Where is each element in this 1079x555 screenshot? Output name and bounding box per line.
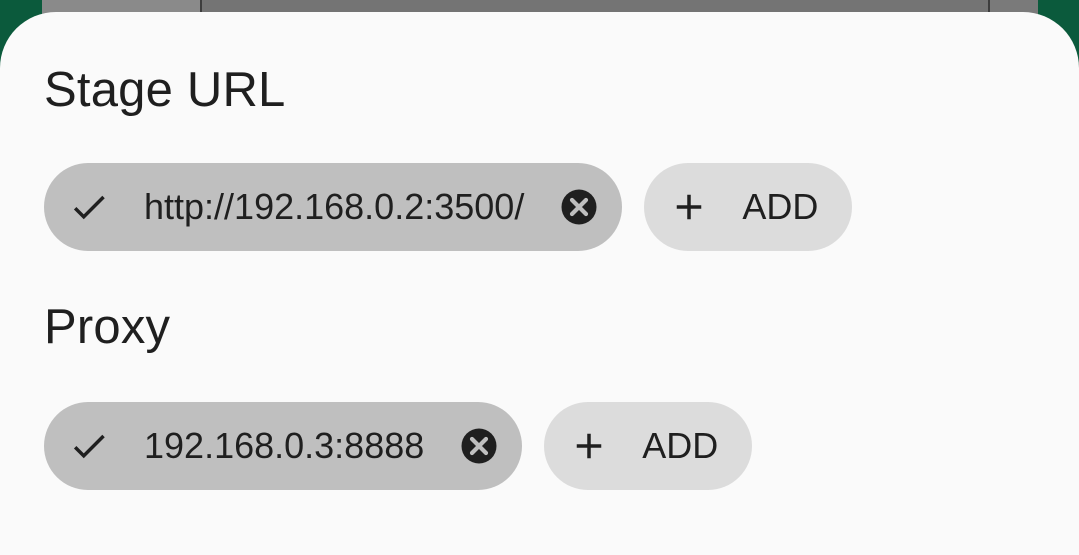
stage-url-chip[interactable]: http://192.168.0.2:3500/ [44, 163, 623, 251]
bottom-sheet: Stage URL http://192.168.0.2:3500/ ADD P… [0, 12, 1079, 555]
stage-url-title: Stage URL [44, 63, 286, 117]
stage-url-chip-row: http://192.168.0.2:3500/ ADD [44, 163, 853, 251]
proxy-chip[interactable]: 192.168.0.3:8888 [44, 402, 523, 490]
check-icon [68, 425, 110, 467]
proxy-add-label: ADD [642, 425, 719, 466]
close-circle-icon[interactable] [558, 186, 600, 228]
proxy-add-button[interactable]: ADD [544, 402, 753, 490]
stage-url-add-label: ADD [742, 186, 819, 227]
plus-icon [668, 186, 710, 228]
proxy-chip-label: 192.168.0.3:8888 [144, 425, 425, 466]
stage-url-chip-label: http://192.168.0.2:3500/ [144, 186, 525, 227]
close-circle-icon[interactable] [458, 425, 500, 467]
stage-url-add-button[interactable]: ADD [644, 163, 853, 251]
proxy-title: Proxy [44, 300, 171, 354]
plus-icon [568, 425, 610, 467]
check-icon [68, 186, 110, 228]
proxy-chip-row: 192.168.0.3:8888 ADD [44, 402, 753, 490]
